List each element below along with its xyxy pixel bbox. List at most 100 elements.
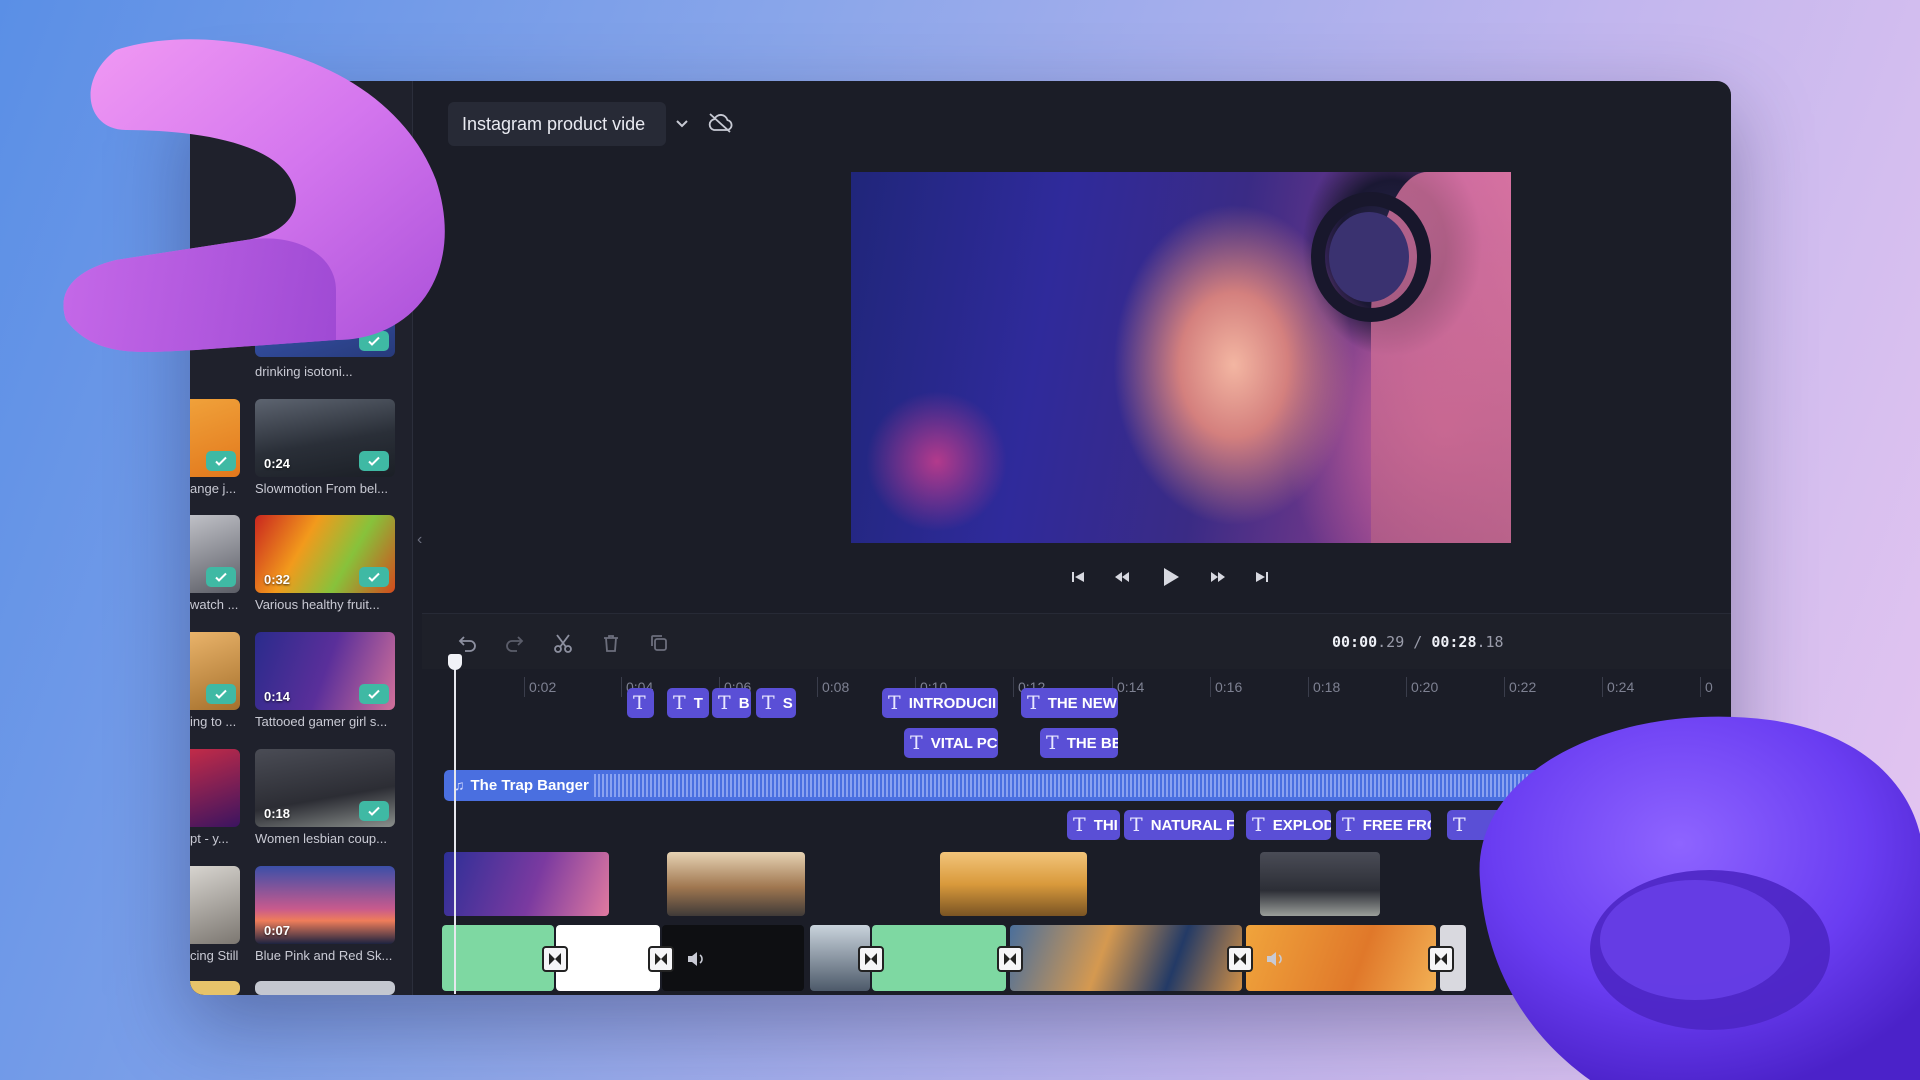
- text-clip[interactable]: T THI: [1067, 810, 1120, 840]
- split-icon[interactable]: [552, 632, 574, 654]
- video-clip[interactable]: [1010, 925, 1242, 991]
- duration-label: 0:14: [264, 689, 291, 704]
- media-library-panel: ange j... watch ... ing to ... pt - y...…: [190, 81, 412, 995]
- skip-end-icon[interactable]: [1254, 569, 1270, 585]
- text-clip[interactable]: T: [627, 688, 654, 718]
- play-icon[interactable]: [1158, 565, 1182, 589]
- library-thumb[interactable]: 0:32: [255, 515, 395, 593]
- check-icon: [206, 451, 236, 471]
- text-icon: T: [762, 692, 775, 714]
- text-clip[interactable]: TT: [667, 688, 709, 718]
- library-thumb[interactable]: 0:07: [255, 866, 395, 944]
- text-clip[interactable]: T NATURAL F: [1124, 810, 1234, 840]
- audio-waveform: [594, 774, 1574, 797]
- transition-icon[interactable]: [648, 946, 674, 972]
- delete-icon[interactable]: [600, 632, 622, 654]
- duration-label: 0:18: [264, 806, 291, 821]
- timecode-display: 00:00.29 / 00:28.18: [1332, 633, 1504, 651]
- video-preview[interactable]: [851, 172, 1511, 543]
- cloud-off-icon[interactable]: [706, 112, 734, 134]
- video-clip[interactable]: [940, 852, 1087, 916]
- library-thumb[interactable]: [255, 291, 395, 357]
- playhead[interactable]: [454, 660, 456, 994]
- text-icon: T: [1130, 814, 1143, 836]
- duration-label: 0:24: [264, 456, 291, 471]
- library-caption: Tattooed gamer girl s...: [255, 714, 388, 729]
- volume-icon[interactable]: [686, 950, 706, 968]
- transition-icon[interactable]: [1428, 946, 1454, 972]
- video-clip[interactable]: [662, 925, 804, 991]
- video-clip[interactable]: [444, 852, 609, 916]
- rewind-icon[interactable]: [1113, 569, 1131, 585]
- library-thumb[interactable]: 0:14: [255, 632, 395, 710]
- library-caption: Various healthy fruit...: [255, 597, 380, 612]
- text-clip[interactable]: T: [1447, 810, 1507, 840]
- library-caption: ing to ...: [190, 714, 237, 729]
- text-icon: T: [1252, 814, 1265, 836]
- project-title-input[interactable]: Instagram product vide: [448, 102, 666, 146]
- library-thumb[interactable]: [190, 981, 240, 995]
- library-caption: cing Still: [190, 948, 239, 963]
- collapse-panel-icon[interactable]: ‹: [417, 531, 422, 549]
- text-icon: T: [1342, 814, 1355, 836]
- library-thumb[interactable]: [190, 749, 240, 827]
- text-clip[interactable]: T THE NEW: [1021, 688, 1118, 718]
- transition-icon[interactable]: [542, 946, 568, 972]
- text-icon: T: [888, 692, 901, 714]
- total-time: 00:28: [1431, 633, 1477, 651]
- audio-clip[interactable]: ♫ The Trap Banger: [444, 770, 1574, 801]
- text-clip[interactable]: T THE BE: [1040, 728, 1118, 758]
- text-clip[interactable]: TS: [756, 688, 796, 718]
- text-clip[interactable]: T EXPLOD: [1246, 810, 1331, 840]
- transition-icon[interactable]: [997, 946, 1023, 972]
- check-icon: [359, 801, 389, 821]
- transition-icon[interactable]: [858, 946, 884, 972]
- library-column-right: drinking isotoni... 0:24 Slowmotion From…: [255, 81, 395, 995]
- playhead-handle[interactable]: [448, 654, 462, 670]
- library-thumb[interactable]: [190, 866, 240, 944]
- library-thumb[interactable]: [190, 515, 240, 593]
- library-thumb[interactable]: 0:24: [255, 399, 395, 477]
- library-caption: Slowmotion From bel...: [255, 481, 388, 496]
- duration-label: 0:07: [264, 923, 291, 938]
- audio-clip-label: The Trap Banger: [470, 777, 589, 794]
- library-thumb[interactable]: [255, 981, 395, 995]
- redo-icon[interactable]: [504, 632, 526, 654]
- fast-forward-icon[interactable]: [1209, 569, 1227, 585]
- library-thumb[interactable]: [190, 632, 240, 710]
- check-icon: [206, 684, 236, 704]
- library-caption: drinking isotoni...: [255, 364, 353, 379]
- text-icon: T: [1073, 814, 1086, 836]
- transition-icon[interactable]: [1227, 946, 1253, 972]
- check-icon: [359, 331, 389, 351]
- text-clip[interactable]: TB: [712, 688, 751, 718]
- text-icon: T: [718, 692, 731, 714]
- text-icon: T: [1453, 814, 1466, 836]
- volume-icon[interactable]: [1265, 950, 1285, 968]
- current-time: 00:00: [1332, 633, 1378, 651]
- video-clip[interactable]: [667, 852, 805, 916]
- check-icon: [359, 567, 389, 587]
- duplicate-icon[interactable]: [648, 632, 670, 654]
- library-thumb[interactable]: 0:18: [255, 749, 395, 827]
- text-clip[interactable]: T FREE FRC: [1336, 810, 1431, 840]
- timeline-toolbar: 00:00.29 / 00:28.18: [422, 613, 1731, 669]
- library-caption: Blue Pink and Red Sk...: [255, 948, 393, 963]
- skip-start-icon[interactable]: [1070, 569, 1086, 585]
- library-caption: ange j...: [190, 481, 237, 496]
- video-clip[interactable]: [442, 925, 554, 991]
- chevron-down-icon[interactable]: [674, 115, 690, 131]
- video-clip[interactable]: [1260, 852, 1380, 916]
- text-icon: T: [910, 732, 923, 754]
- library-caption: Women lesbian coup...: [255, 831, 387, 846]
- video-clip[interactable]: [872, 925, 1006, 991]
- library-thumb[interactable]: [190, 399, 240, 477]
- video-clip[interactable]: [556, 925, 660, 991]
- text-clip[interactable]: T INTRODUCII: [882, 688, 998, 718]
- library-caption: pt - y...: [190, 831, 229, 846]
- check-icon: [359, 451, 389, 471]
- library-caption: watch ...: [190, 597, 239, 612]
- duration-label: 0:32: [264, 572, 291, 587]
- text-clip[interactable]: T VITAL PC: [904, 728, 998, 758]
- undo-icon[interactable]: [456, 632, 478, 654]
